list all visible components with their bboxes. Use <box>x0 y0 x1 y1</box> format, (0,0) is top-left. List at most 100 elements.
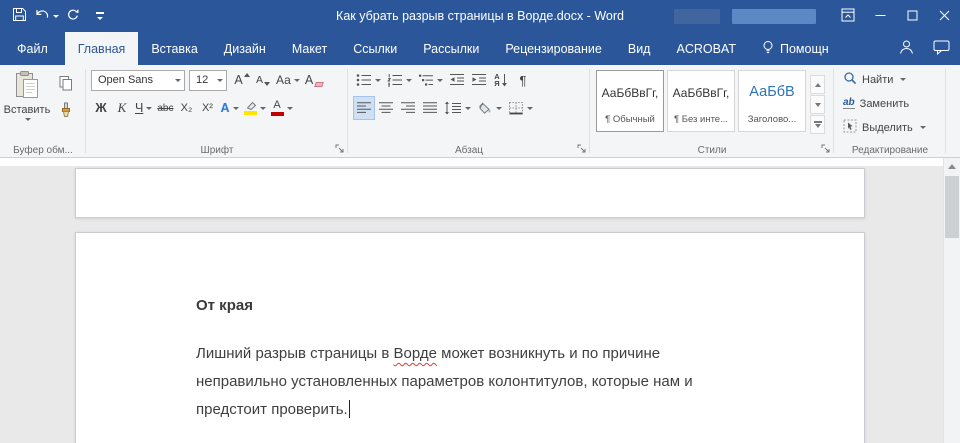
qat-customize-icon <box>96 12 104 20</box>
show-formatting-marks-button[interactable]: ¶ <box>513 69 533 91</box>
font-dialog-launcher[interactable] <box>333 143 346 156</box>
ribbon: Вставить Буфер обм... Open Sans 12 А А А… <box>0 65 960 158</box>
style-card-normal[interactable]: АаБбВвГг, ¶ Обычный <box>596 70 664 132</box>
find-button[interactable]: Найти <box>840 69 942 90</box>
justify-button[interactable] <box>420 97 440 119</box>
align-right-button[interactable] <box>398 97 418 119</box>
increase-indent-icon <box>472 74 486 85</box>
save-button[interactable] <box>6 3 32 29</box>
font-name-select[interactable]: Open Sans <box>91 69 185 91</box>
current-page[interactable]: От края Лишний разрыв страницы в Ворде м… <box>75 232 865 443</box>
styles-more-button[interactable] <box>810 115 825 134</box>
close-button[interactable] <box>928 0 960 32</box>
align-right-icon <box>401 102 415 113</box>
copy-button[interactable] <box>54 74 78 94</box>
tab-tell-me[interactable]: Помощн <box>749 32 842 65</box>
tab-references[interactable]: Ссылки <box>340 32 410 65</box>
chevron-down-icon <box>406 78 412 82</box>
borders-button[interactable] <box>506 97 535 119</box>
underline-button[interactable]: Ч <box>133 97 154 119</box>
italic-button[interactable]: К <box>112 97 132 119</box>
styles-scroll-down-button[interactable] <box>810 95 825 114</box>
paragraph-dialog-launcher[interactable] <box>575 143 588 156</box>
text-effects-button[interactable]: А <box>218 97 240 119</box>
tab-mailings[interactable]: Рассылки <box>410 32 492 65</box>
bold-button[interactable]: Ж <box>91 97 111 119</box>
undo-button[interactable] <box>33 3 59 29</box>
increase-indent-button[interactable] <box>469 69 489 91</box>
paste-button[interactable]: Вставить <box>0 65 54 142</box>
tab-view[interactable]: Вид <box>615 32 664 65</box>
redo-button[interactable] <box>60 3 86 29</box>
tab-insert[interactable]: Вставка <box>138 32 210 65</box>
replace-button[interactable]: ab Заменить <box>840 93 942 114</box>
paste-icon <box>14 70 40 102</box>
vertical-scrollbar[interactable] <box>943 158 960 443</box>
shrink-font-button[interactable]: А <box>253 69 273 91</box>
dialog-launcher-icon <box>821 142 831 157</box>
grow-font-button[interactable]: А <box>232 69 252 91</box>
shading-button[interactable] <box>475 97 504 119</box>
redo-icon <box>66 8 80 25</box>
ribbon-filler <box>946 65 960 157</box>
triangle-down-icon <box>264 82 270 86</box>
triangle-down-icon <box>814 123 821 128</box>
strikethrough-button[interactable]: abc <box>155 97 175 119</box>
tab-acrobat[interactable]: ACROBAT <box>663 32 749 65</box>
scrollbar-thumb[interactable] <box>945 176 959 238</box>
comments-button[interactable] <box>933 40 950 58</box>
tab-layout[interactable]: Макет <box>279 32 340 65</box>
scrollbar-up-button[interactable] <box>944 158 960 174</box>
close-icon <box>939 9 950 24</box>
borders-icon <box>509 102 523 115</box>
ribbon-display-options-button[interactable] <box>832 0 864 32</box>
eraser-icon <box>314 81 324 87</box>
format-painter-button[interactable] <box>54 101 78 121</box>
style-card-heading1[interactable]: АаБбВ Заголово... <box>738 70 806 132</box>
text-effects-label: А <box>220 101 230 115</box>
multilevel-list-button[interactable] <box>416 69 445 91</box>
font-color-button[interactable]: А <box>269 97 295 119</box>
titlebar-right <box>674 0 960 32</box>
tab-review[interactable]: Рецензирование <box>492 32 615 65</box>
numbering-button[interactable] <box>385 69 414 91</box>
style-card-no-spacing[interactable]: АаБбВвГг, ¶ Без инте... <box>667 70 735 132</box>
select-button[interactable]: Выделить <box>840 117 942 138</box>
decrease-indent-button[interactable] <box>447 69 467 91</box>
style-preview: АаБбВ <box>749 84 795 100</box>
minimize-button[interactable] <box>864 0 896 32</box>
paragraph-text: Лишний разрыв страницы в <box>196 345 394 362</box>
styles-dialog-launcher[interactable] <box>819 143 832 156</box>
superscript-button[interactable]: Х² <box>197 97 217 119</box>
tab-file[interactable]: Файл <box>0 32 65 65</box>
align-left-button[interactable] <box>353 96 375 120</box>
grow-font-label: А <box>234 73 243 87</box>
highlight-button[interactable] <box>242 97 268 119</box>
quick-access-toolbar <box>0 3 113 29</box>
clear-formatting-label: А <box>304 73 314 87</box>
align-center-icon <box>379 102 393 113</box>
select-icon <box>843 119 857 136</box>
line-spacing-button[interactable] <box>442 97 473 119</box>
bullets-button[interactable] <box>354 69 383 91</box>
tab-home[interactable]: Главная <box>64 32 139 65</box>
change-case-button[interactable]: Аа <box>274 69 302 91</box>
styles-scroll-up-button[interactable] <box>810 75 825 94</box>
align-center-button[interactable] <box>376 97 396 119</box>
undo-icon <box>34 8 50 24</box>
find-label: Найти <box>862 73 894 86</box>
pilcrow-icon: ¶ <box>519 72 527 88</box>
align-left-icon <box>357 102 371 113</box>
maximize-button[interactable] <box>896 0 928 32</box>
account-button[interactable] <box>898 39 915 58</box>
group-editing: Найти ab Заменить Выделить Редактировани… <box>834 65 946 157</box>
subscript-button[interactable]: Х₂ <box>176 97 196 119</box>
previous-page-bottom[interactable] <box>75 168 865 218</box>
chevron-down-icon <box>286 106 293 110</box>
clear-formatting-button[interactable]: А <box>303 69 325 91</box>
qat-customize-button[interactable] <box>87 3 113 29</box>
tab-design[interactable]: Дизайн <box>211 32 279 65</box>
underline-label: Ч <box>135 101 144 115</box>
sort-button[interactable]: А Я <box>491 69 511 91</box>
font-size-select[interactable]: 12 <box>189 69 227 91</box>
